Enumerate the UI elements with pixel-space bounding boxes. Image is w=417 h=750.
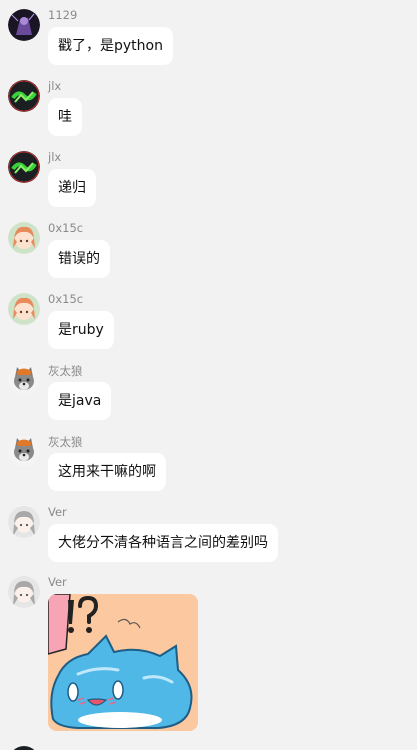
anime-girl-grey-hair-icon xyxy=(8,506,40,538)
grey-wolf-icon xyxy=(8,435,40,467)
sender-name: 1129 xyxy=(48,8,78,22)
message-bubble[interactable]: 错误的 xyxy=(48,240,110,278)
anime-girl-grey-hair-icon xyxy=(8,576,40,608)
message-bubble[interactable]: 这用来干嘛的啊 xyxy=(48,453,166,491)
green-game-logo-icon xyxy=(8,80,40,112)
blue-cat-sticker xyxy=(48,594,198,731)
avatar[interactable] xyxy=(8,80,40,112)
avatar[interactable] xyxy=(8,576,40,608)
dark-purple-figure-icon xyxy=(8,9,40,41)
avatar[interactable] xyxy=(8,435,40,467)
sender-name: Ver xyxy=(48,505,67,519)
sender-name: 灰太狼 xyxy=(48,435,83,449)
green-game-logo-icon xyxy=(13,746,35,750)
grey-wolf-icon xyxy=(8,364,40,396)
sender-name: 0x15c xyxy=(48,292,84,306)
avatar[interactable] xyxy=(8,506,40,538)
sender-name: Ver xyxy=(48,575,67,589)
sender-name: 灰太狼 xyxy=(48,364,83,378)
message-bubble[interactable]: 是java xyxy=(48,382,112,420)
message-bubble[interactable]: 戳了，是python xyxy=(48,27,173,65)
chat-message-list[interactable]: 1129 戳了，是python jlx 哇 jlx 递归 0x15c 错误的 0… xyxy=(0,0,417,750)
avatar[interactable] xyxy=(8,293,40,325)
green-game-logo-icon xyxy=(8,151,40,183)
avatar[interactable] xyxy=(8,9,40,41)
message-bubble[interactable]: 递归 xyxy=(48,169,96,207)
anime-girl-orange-hair-icon xyxy=(8,293,40,325)
avatar[interactable] xyxy=(8,151,40,183)
sender-name: jlx xyxy=(48,150,62,164)
message-bubble[interactable]: 哇 xyxy=(48,98,82,136)
avatar[interactable] xyxy=(8,222,40,254)
sticker-image[interactable] xyxy=(48,594,198,731)
anime-girl-orange-hair-icon xyxy=(8,222,40,254)
avatar[interactable] xyxy=(8,364,40,396)
message-bubble[interactable]: 大佬分不清各种语言之间的差别吗 xyxy=(48,524,278,562)
sender-name: jlx xyxy=(48,79,62,93)
avatar[interactable] xyxy=(8,746,40,750)
message-bubble[interactable]: 是ruby xyxy=(48,311,114,349)
sender-name: 0x15c xyxy=(48,221,84,235)
